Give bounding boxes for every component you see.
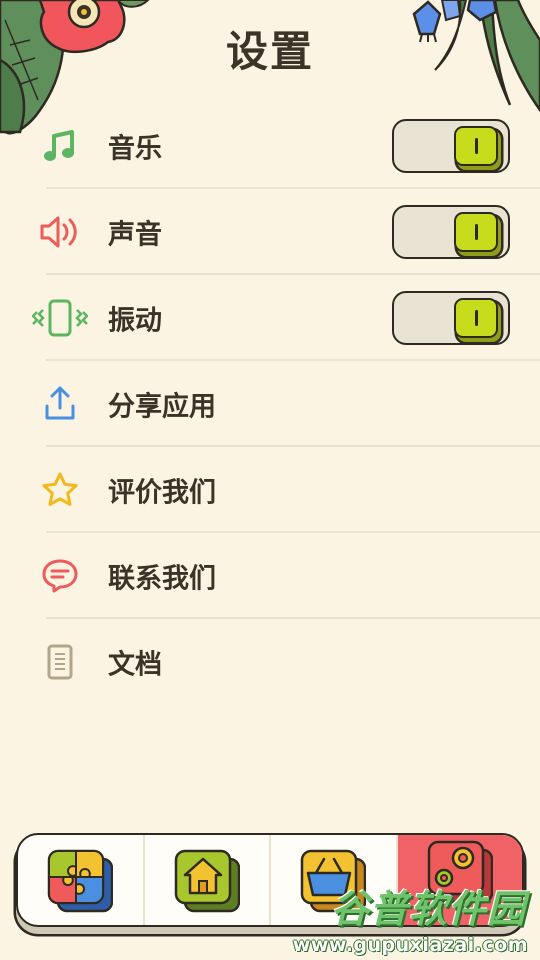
music-toggle[interactable] — [392, 119, 510, 173]
setting-label-music: 音乐 — [108, 133, 162, 165]
settings-gears-icon — [427, 840, 493, 904]
setting-row-vibration: 振动 — [0, 275, 540, 361]
music-note-icon — [32, 126, 88, 166]
setting-row-contact[interactable]: 联系我们 — [0, 533, 540, 619]
settings-list: 音乐 声音 振动 分享应用 评价我们 联系我们 文档 — [0, 103, 540, 705]
setting-label-rate: 评价我们 — [108, 477, 216, 509]
chat-bubble-icon — [32, 556, 88, 596]
setting-label-vibration: 振动 — [108, 305, 162, 337]
bottom-nav — [16, 833, 524, 927]
shopping-basket-icon — [301, 849, 367, 913]
vibration-toggle[interactable] — [392, 291, 510, 345]
setting-label-contact: 联系我们 — [108, 563, 216, 595]
tab-shop[interactable] — [269, 835, 396, 925]
setting-row-sound: 声音 — [0, 189, 540, 275]
setting-label-sound: 声音 — [108, 219, 162, 251]
page-title: 设置 — [225, 27, 314, 76]
setting-label-documents: 文档 — [108, 649, 162, 681]
star-icon — [32, 470, 88, 510]
setting-row-share[interactable]: 分享应用 — [0, 361, 540, 447]
document-icon — [32, 642, 88, 682]
toggle-knob — [454, 212, 498, 252]
speaker-icon — [32, 212, 88, 252]
tab-home[interactable] — [142, 835, 270, 925]
puzzle-icon — [48, 849, 114, 913]
sound-toggle[interactable] — [392, 205, 510, 259]
setting-row-documents[interactable]: 文档 — [0, 619, 540, 705]
share-icon — [32, 384, 88, 424]
watermark-url: www.gupuxiazai.com — [292, 934, 528, 956]
setting-label-share: 分享应用 — [108, 391, 216, 423]
setting-row-music: 音乐 — [0, 103, 540, 189]
toggle-knob — [454, 298, 498, 338]
setting-row-rate[interactable]: 评价我们 — [0, 447, 540, 533]
home-icon — [174, 849, 240, 913]
toggle-knob — [454, 126, 498, 166]
vibration-icon — [32, 298, 88, 338]
tab-settings[interactable] — [395, 835, 522, 925]
tab-puzzles[interactable] — [18, 835, 143, 925]
